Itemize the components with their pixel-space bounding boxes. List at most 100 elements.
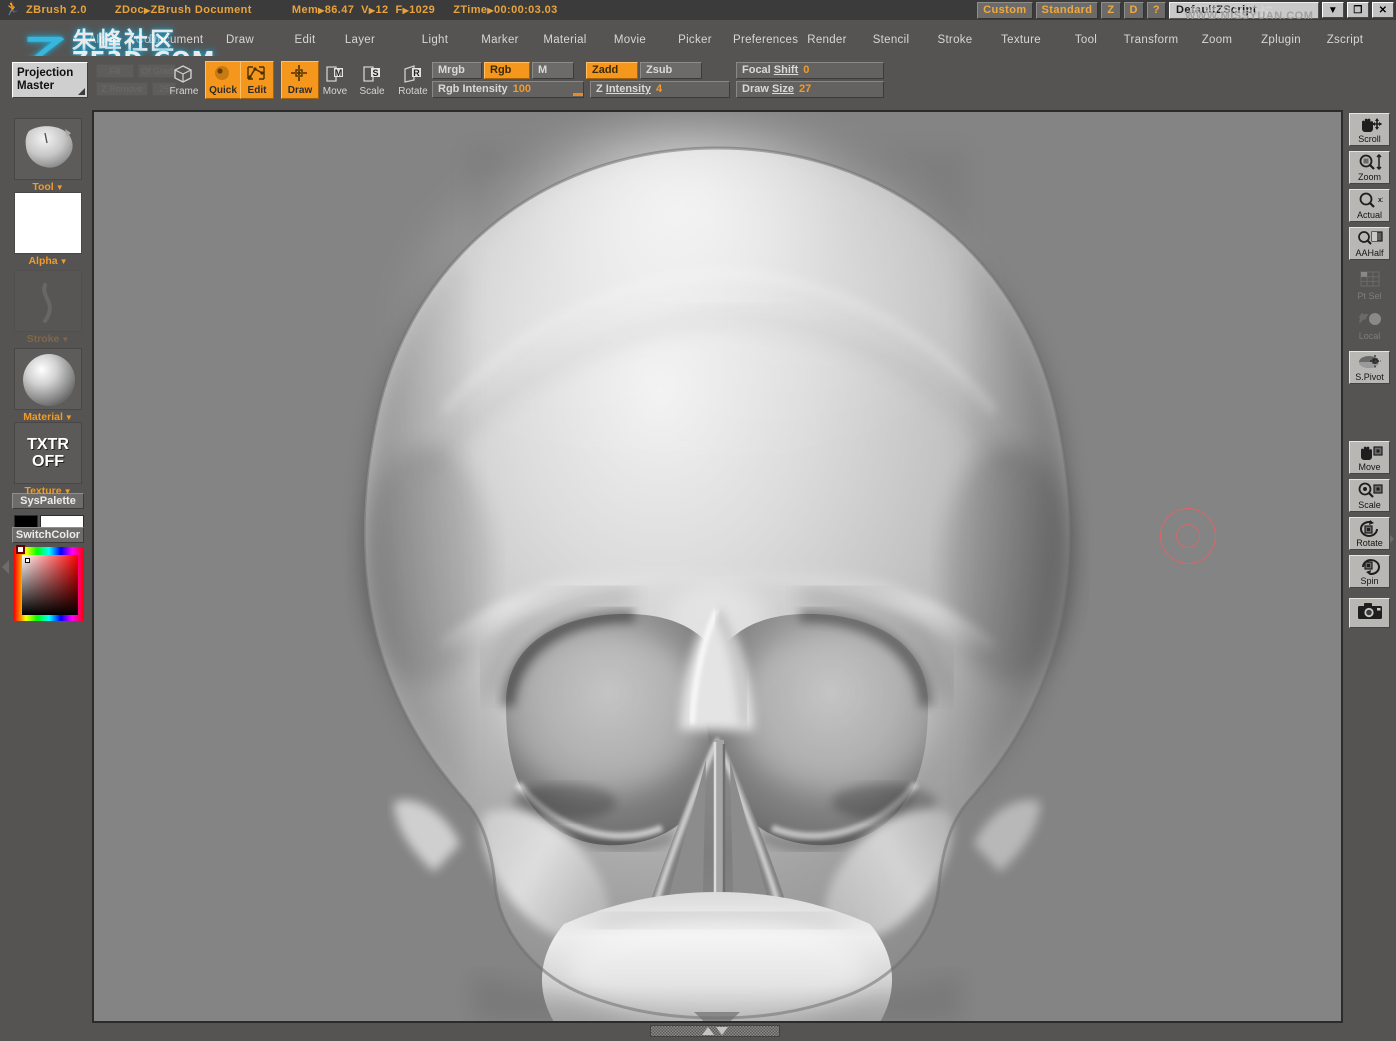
rgb-switch[interactable]: Rgb (484, 62, 530, 79)
menu-item-preferences[interactable]: Preferences (733, 32, 789, 48)
move-button[interactable]: Move (1349, 441, 1390, 474)
menu-item-layer[interactable]: Layer (332, 32, 388, 48)
chevron-down-icon[interactable]: ▼ (61, 335, 69, 344)
menu-item-stencil[interactable]: Stencil (863, 32, 919, 48)
frame-button[interactable]: Frame (168, 61, 200, 99)
menu-item-movie[interactable]: Movie (602, 32, 658, 48)
scroll-up-icon[interactable] (702, 1027, 714, 1035)
projection-master-button[interactable]: Projection Master (12, 62, 88, 98)
zadd-switch[interactable]: Zadd (586, 62, 638, 79)
m-switch[interactable]: M (532, 62, 574, 79)
local-pivot-icon (1349, 311, 1390, 331)
menu-item-render[interactable]: Render (799, 32, 855, 48)
crosshair-icon (288, 63, 312, 85)
pt-sel-button[interactable]: Pt Sel (1349, 269, 1390, 302)
button-label: Frame (170, 86, 199, 98)
spin-button[interactable]: Spin (1349, 555, 1390, 588)
tray-slot-label[interactable]: Texture▼ (14, 485, 82, 498)
menu-item-zplugin[interactable]: Zplugin (1253, 32, 1309, 48)
sphere-material[interactable] (14, 348, 82, 410)
zbrush-runner-icon (2, 1, 22, 19)
document-label: ZDoc▶ZBrush Document (115, 4, 252, 16)
menu-item-texture[interactable]: Texture (993, 32, 1049, 48)
tray-slot-stroke[interactable]: Stroke▼ (14, 270, 82, 346)
menu-item-marker[interactable]: Marker (472, 32, 528, 48)
memory-readout: Mem▶86.47 V▶12 F▶1029 (292, 4, 435, 16)
menu-item-zscript[interactable]: Zscript (1317, 32, 1373, 48)
tray-slot-texture[interactable]: TXTROFFTexture▼ (14, 422, 82, 498)
skull-thumbnail[interactable] (14, 118, 82, 180)
left-tray-collapse-arrow[interactable] (0, 552, 10, 582)
zsub-switch[interactable]: Zsub (640, 62, 702, 79)
menu-item-tool[interactable]: Tool (1058, 32, 1114, 48)
d-button[interactable]: D (1124, 2, 1144, 19)
menu-item-stroke[interactable]: Stroke (927, 32, 983, 48)
menu-item-transform[interactable]: Transform (1123, 32, 1179, 48)
rotate-button[interactable]: Rotate (1349, 517, 1390, 550)
button-label: Local (1359, 331, 1381, 342)
rotate-button[interactable]: RRotate (396, 61, 430, 99)
mrgb-switch[interactable]: Mrgb (432, 62, 482, 79)
switchcolor-button[interactable]: SwitchColor (12, 527, 84, 543)
canvas-scroll-handle[interactable] (650, 1025, 780, 1037)
chevron-down-icon[interactable]: ▼ (56, 183, 64, 192)
chevron-down-icon[interactable]: ▼ (64, 487, 72, 496)
color-picker-dot (25, 558, 30, 563)
standard-button[interactable]: Standard (1036, 2, 1099, 19)
zoom-button[interactable]: Zoom (1349, 151, 1390, 184)
stroke-swatch[interactable] (14, 270, 82, 332)
tray-slot-label[interactable]: Stroke▼ (14, 333, 82, 346)
menu-item-material[interactable]: Material (537, 32, 593, 48)
color-picker-marker (16, 545, 25, 554)
tray-slot-tool[interactable]: Tool▼ (14, 118, 82, 194)
tray-slot-name: Texture (24, 485, 61, 497)
menu-item-edit[interactable]: Edit (277, 32, 333, 48)
custom-button[interactable]: Custom (977, 2, 1032, 19)
menu-item-document[interactable]: Document (148, 32, 204, 48)
tray-slot-label[interactable]: Alpha▼ (14, 255, 82, 268)
slider-label: Rgb Intensity (438, 82, 508, 97)
quick-button[interactable]: Quick (205, 61, 241, 99)
menu-item-zoom[interactable]: Zoom (1189, 32, 1245, 48)
tray-slot-material[interactable]: Material▼ (14, 348, 82, 424)
menu-item-light[interactable]: Light (407, 32, 463, 48)
menu-item-draw[interactable]: Draw (212, 32, 268, 48)
menu-item-picker[interactable]: Picker (667, 32, 723, 48)
restore-button[interactable]: ❐ (1347, 2, 1369, 18)
document-canvas[interactable] (94, 112, 1341, 1021)
slider-knob[interactable] (573, 93, 583, 96)
hand-move-icon (1350, 444, 1389, 464)
local-button[interactable]: Local (1349, 309, 1390, 342)
ghost-control-2: Z Remove (96, 82, 148, 96)
snapshot-button[interactable] (1349, 598, 1390, 628)
focal-shift-slider[interactable]: Focal Shift0 (736, 62, 884, 79)
chevron-down-icon[interactable]: ▼ (65, 413, 73, 422)
s-pivot-button[interactable]: S.Pivot (1349, 351, 1390, 384)
button-label: Quick (209, 85, 237, 97)
zscript-field[interactable]: DefaultZScript (1169, 2, 1319, 19)
chevron-down-icon[interactable]: ▼ (60, 257, 68, 266)
color-picker[interactable] (14, 547, 84, 621)
close-button[interactable]: ✕ (1372, 2, 1394, 18)
draw-size-slider[interactable]: Draw Size27 (736, 81, 884, 98)
actual-button[interactable]: x1Actual (1349, 189, 1390, 222)
scroll-button[interactable]: Scroll (1349, 113, 1390, 146)
scale-button[interactable]: Scale (1349, 479, 1390, 512)
scale-button[interactable]: SScale (357, 61, 387, 99)
minimize-button[interactable]: ▼ (1322, 2, 1344, 18)
white-alpha-swatch[interactable] (14, 192, 82, 254)
tray-slot-alpha[interactable]: Alpha▼ (14, 192, 82, 268)
verts-label: V (361, 4, 369, 16)
help-button[interactable]: ? (1147, 2, 1166, 19)
button-label: Scale (1358, 500, 1381, 511)
rgb-intensity-slider[interactable]: Rgb Intensity100 (432, 81, 584, 98)
txtr-off-swatch[interactable]: TXTROFF (14, 422, 82, 484)
draw-button[interactable]: Draw (281, 61, 319, 99)
z-intensity-slider[interactable]: Z Intensity4 (590, 81, 730, 98)
scroll-down-icon[interactable] (716, 1027, 728, 1035)
move-button[interactable]: MMove (320, 61, 350, 99)
ztime-readout: ZTime▶00:00:03.03 (453, 4, 558, 16)
edit-button[interactable]: Edit (240, 61, 274, 99)
z-button[interactable]: Z (1101, 2, 1120, 19)
aahalf-button[interactable]: AAHalf (1349, 227, 1390, 260)
